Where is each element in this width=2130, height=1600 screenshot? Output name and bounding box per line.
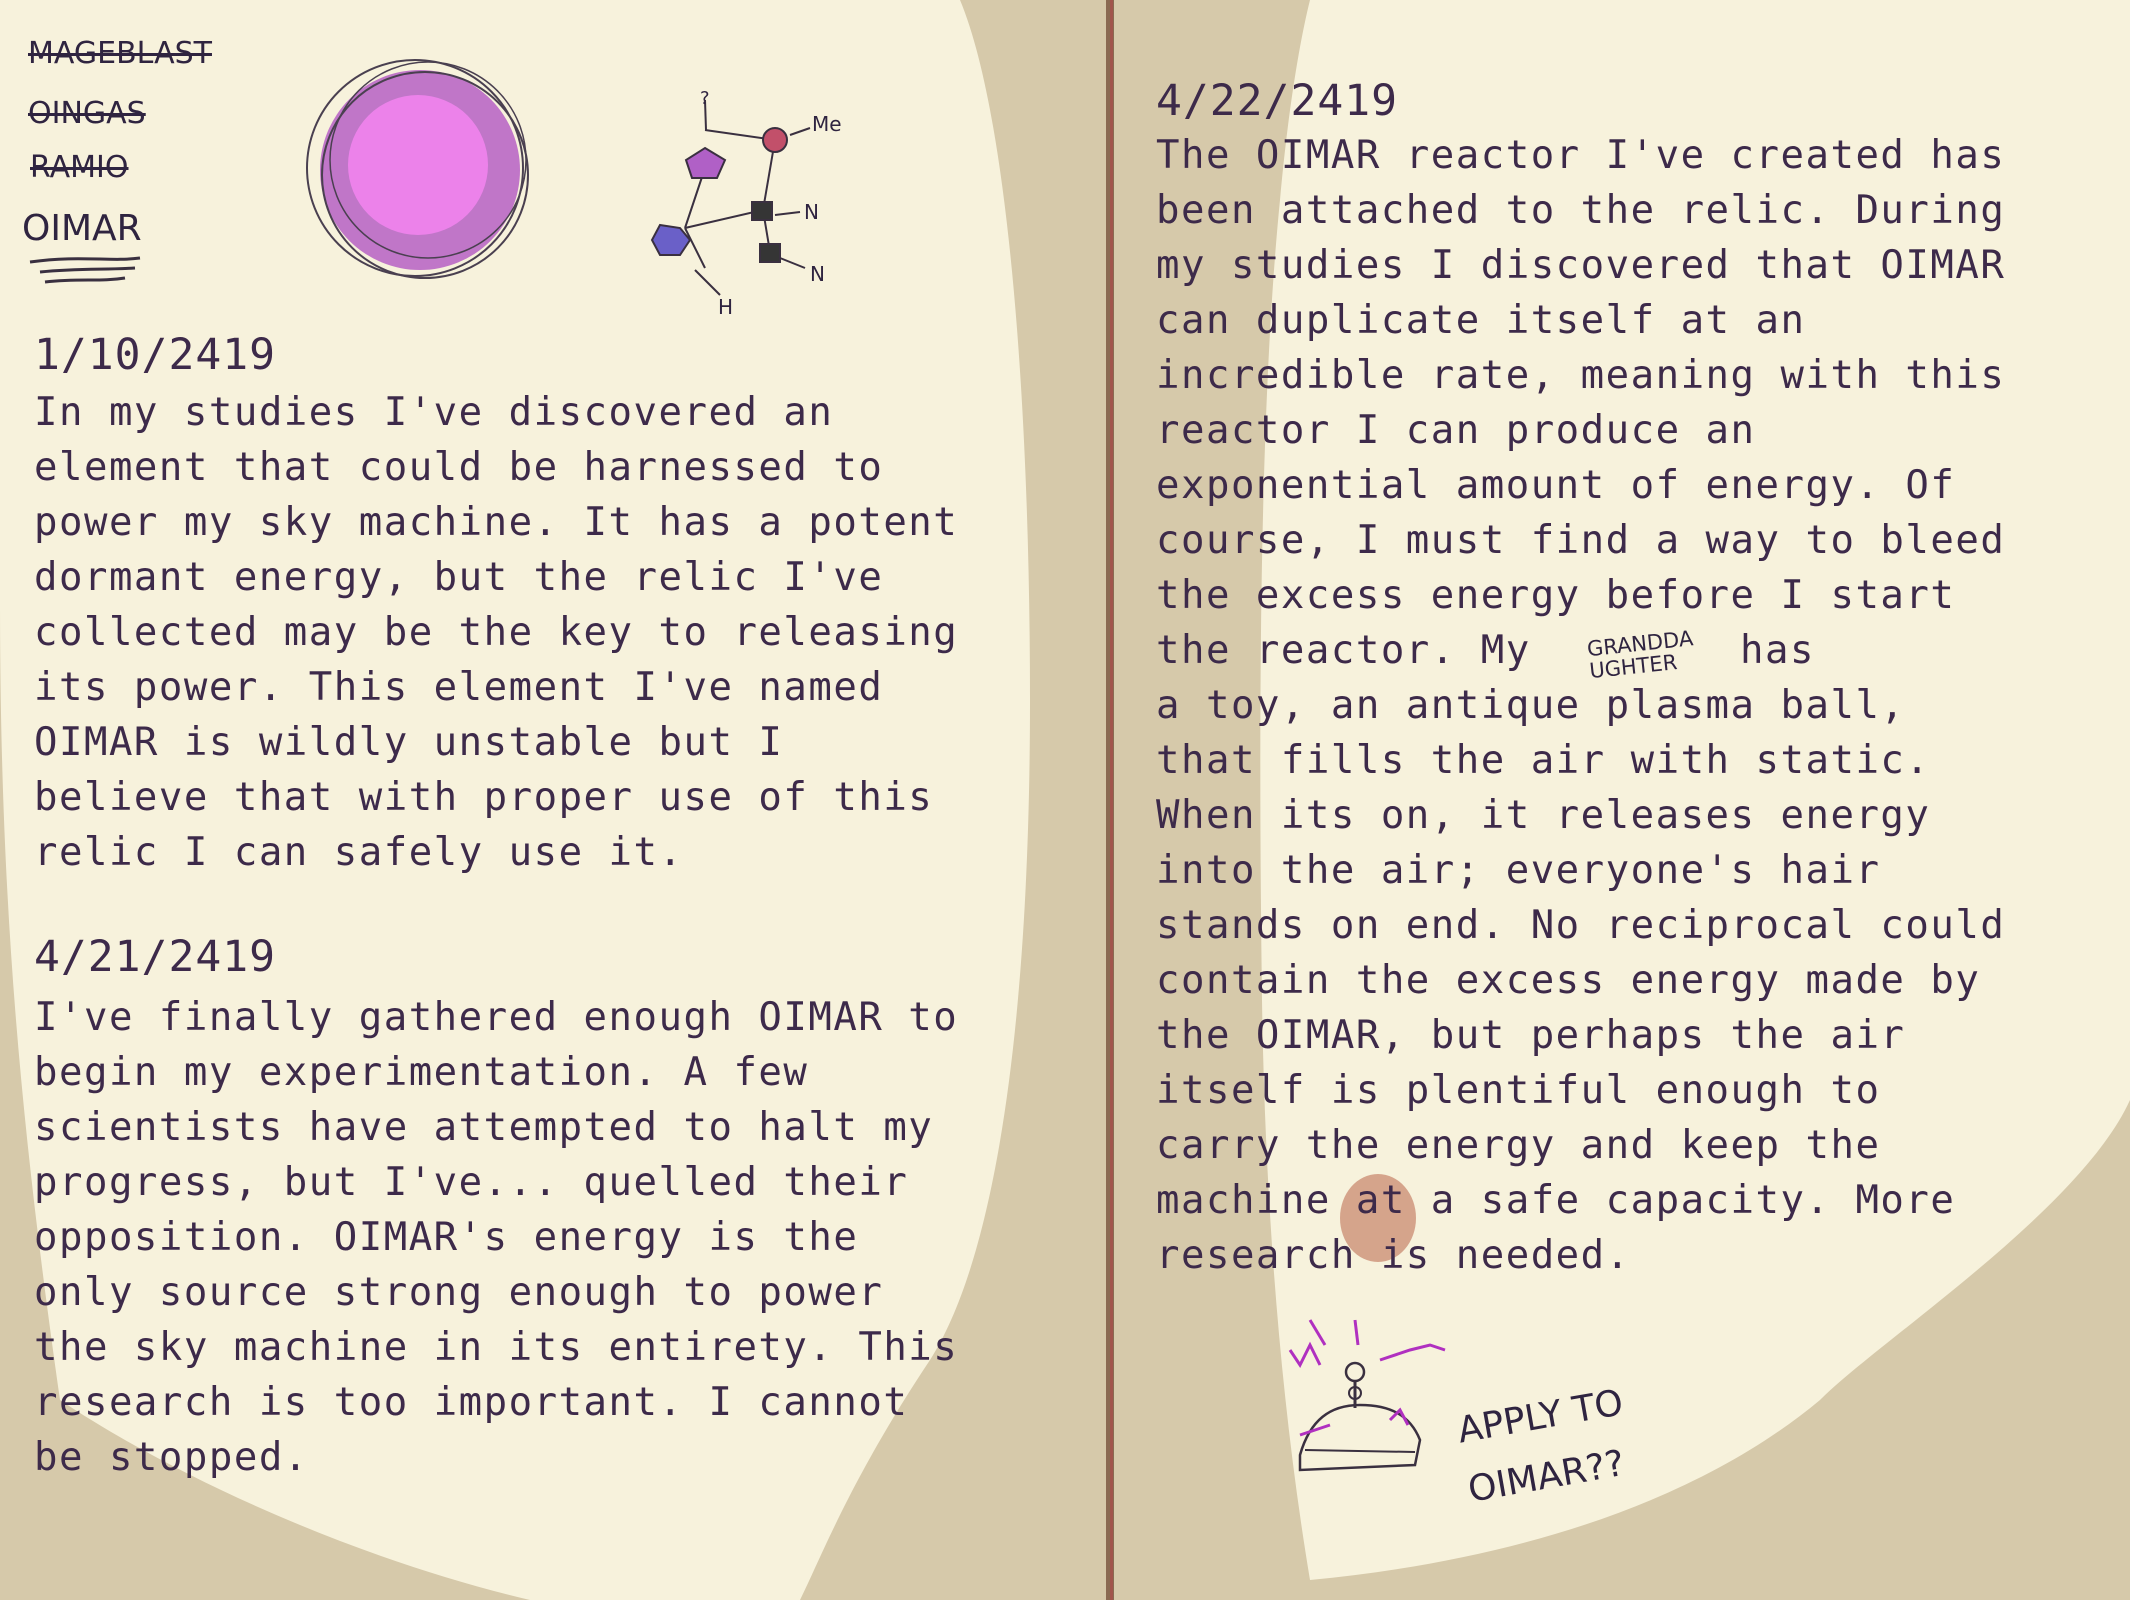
entry-body-1: In my studies I've discovered an element… [34,390,959,875]
entry-date-1: 1/10/2419 [34,330,276,380]
molecule-label-me: Me [812,112,842,136]
entry-date-3: 4/22/2419 [1156,76,1398,126]
final-name: OIMAR [22,208,142,249]
entry-date-2: 4/21/2419 [34,932,276,982]
entry-line-with-insert-end: has [1740,628,1815,673]
crossed-name-3: RAMIO [30,150,129,185]
crossed-name-2: OINGAS [28,96,146,131]
crossed-name-1: MAGEBLAST [28,36,212,71]
entry-line-with-insert-start: the reactor. My [1156,628,1531,673]
molecule-label-n1: N [804,200,819,224]
entry-body-2: I've finally gathered enough OIMAR to be… [34,995,959,1480]
molecule-label-h: H [718,295,734,319]
molecule-label-question: ? [700,88,710,109]
molecule-label-n2: N [810,262,825,286]
entry-body-3-part2: a toy, an antique plasma ball, that fill… [1156,683,2006,1278]
entry-body-3-part1: The OIMAR reactor I've created has been … [1156,133,2006,618]
